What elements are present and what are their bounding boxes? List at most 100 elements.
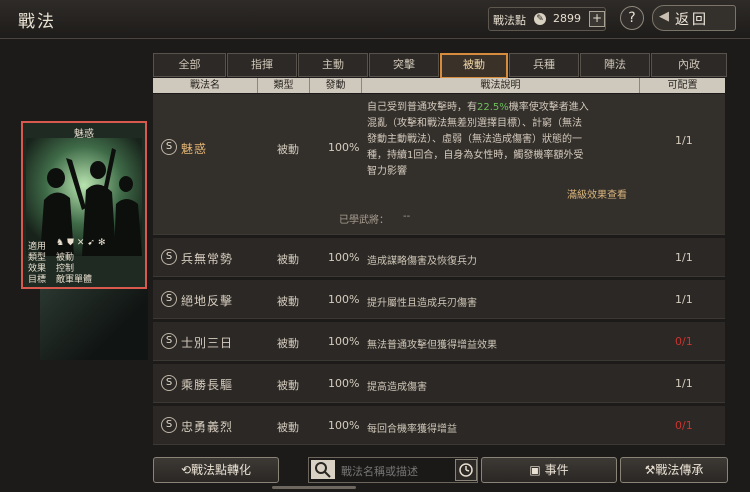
tab-active[interactable]: 主動 (298, 53, 368, 77)
events-button[interactable]: ▣ 事件 (481, 457, 617, 483)
tactic-description: 提升屬性且造成兵刃傷害 (367, 298, 477, 309)
tactic-rate: 100% (328, 377, 360, 390)
tactic-type: 被動 (277, 337, 299, 350)
tactic-card[interactable]: 魅惑 適用 ♞⛊✕➹✻ 類型 被動 效果 控制 目標 敵軍單體 (21, 121, 147, 289)
tactic-rate: 100% (328, 141, 360, 154)
desc-text: 發動主動戰法）、虛弱（無法造成傷害）狀態的一 (367, 134, 582, 145)
tactic-name: 兵無常勢 (181, 252, 234, 266)
learned-generals-label: 已學武將： (339, 215, 389, 226)
tactic-type: 被動 (277, 421, 299, 434)
convert-icon: ⟲ (180, 463, 192, 477)
events-label: 事件 (544, 463, 569, 477)
full-effect-link[interactable]: 滿級效果查看 (567, 186, 627, 201)
troop-type-icons: ♞⛊✕➹✻ (56, 238, 108, 248)
tactic-limit: 1/1 (675, 251, 693, 264)
tactic-type: 被動 (277, 295, 299, 308)
table-header: 戰法名 類型 發動 戰法說明 可配置 (153, 78, 725, 93)
rank-s-badge: S (161, 375, 177, 391)
inherit-label: 戰法傳承 (655, 463, 704, 477)
tactic-description: 提高造成傷害 (367, 382, 427, 393)
top-bar: 戰法 戰法點 ✎ 2899 + ? ◀ 返回 (0, 0, 750, 39)
wheel-icon: ✻ (97, 238, 109, 248)
convert-points-button[interactable]: ⟲戰法點轉化 (153, 457, 279, 483)
card-info-row: 目標 敵軍單體 (26, 272, 142, 285)
table-row[interactable]: S 絕地反擊 被動 100% 提升屬性且造成兵刃傷害 1/1 (153, 280, 725, 319)
tactic-limit: 0/1 (675, 419, 693, 432)
tactic-rate: 100% (328, 251, 360, 264)
table-row[interactable]: S 兵無常勢 被動 100% 造成謀略傷害及恢復兵力 1/1 (153, 238, 725, 277)
back-arrow-icon: ◀ (659, 9, 669, 24)
column-trigger: 發動 (310, 78, 362, 93)
tactic-type: 被動 (277, 143, 299, 156)
tab-all[interactable]: 全部 (153, 53, 226, 77)
tactic-name: 士別三日 (181, 336, 234, 350)
rank-s-badge: S (161, 249, 177, 265)
desc-text: 智力影響 (367, 166, 407, 177)
hammer-icon: ⚒ (644, 463, 656, 477)
cavalry-icon: ♞ (56, 238, 68, 248)
convert-label: 戰法點轉化 (191, 463, 252, 477)
tab-formation[interactable]: 陣法 (580, 53, 650, 77)
rank-s-badge: S (161, 291, 177, 307)
scrollbar[interactable] (272, 486, 356, 489)
bow-icon: ➹ (87, 238, 98, 248)
table-row[interactable]: S 士別三日 被動 100% 無法普通攻擊但獲得增益效果 0/1 (153, 322, 725, 361)
learned-generals-value: -- (403, 211, 411, 222)
tactic-limit: 0/1 (675, 335, 693, 348)
tactic-description: 無法普通攻擊但獲得增益效果 (367, 340, 497, 351)
add-points-button[interactable]: + (589, 11, 605, 27)
clock-icon[interactable] (455, 459, 477, 481)
tactic-description: 造成謀略傷害及恢復兵力 (367, 256, 477, 267)
page-title: 戰法 (18, 12, 56, 32)
table-row[interactable]: S 乘勝長驅 被動 100% 提高造成傷害 1/1 (153, 364, 725, 403)
tab-passive[interactable]: 被動 (440, 53, 508, 79)
tactic-rate: 100% (328, 335, 360, 348)
tactic-name: 乘勝長驅 (181, 378, 234, 392)
table-row-selected[interactable]: S 魅惑 被動 100% 自己受到普通攻擊時，有22.5%機率使攻擊者進入 混亂… (153, 94, 725, 235)
tactic-rate: 100% (328, 419, 360, 432)
tactic-inherit-button[interactable]: ⚒戰法傳承 (620, 457, 728, 483)
tactic-name: 絕地反擊 (181, 294, 234, 308)
tactic-type: 被動 (277, 253, 299, 266)
tactic-description: 每回合機率獲得增益 (367, 424, 457, 435)
tactic-limit: 1/1 (675, 293, 693, 306)
tab-command[interactable]: 指揮 (227, 53, 297, 77)
card-info-row: 類型 被動 (26, 250, 142, 263)
rank-s-badge: S (161, 333, 177, 349)
desc-text: 自己受到普通攻擊時，有 (367, 102, 477, 113)
back-button[interactable]: ◀ 返回 (652, 5, 736, 31)
tactic-points-value: 2899 (553, 12, 581, 25)
tab-internal-affairs[interactable]: 內政 (651, 53, 727, 77)
tactic-limit: 1/1 (675, 377, 693, 390)
target-value: 敵軍單體 (56, 275, 93, 285)
desc-text: 種，持續1回合，自身為女性時，觸發機率額外受 (367, 150, 584, 161)
table-row[interactable]: S 忠勇義烈 被動 100% 每回合機率獲得增益 0/1 (153, 406, 725, 445)
tactic-rate: 100% (328, 293, 360, 306)
tactic-limit: 1/1 (675, 134, 693, 147)
column-description: 戰法說明 (362, 78, 640, 93)
tactic-description: 自己受到普通攻擊時，有22.5%機率使攻擊者進入 混亂（攻擊和戰法無差別選擇目標… (367, 100, 657, 180)
desc-text: 混亂（攻擊和戰法無差別選擇目標）、計窮（無法 (367, 118, 582, 129)
tactic-points-label: 戰法點 (493, 14, 526, 27)
card-info-row: 效果 控制 (26, 261, 142, 274)
help-button[interactable]: ? (620, 6, 644, 30)
rank-s-badge: S (161, 139, 177, 155)
column-name: 戰法名 (153, 78, 258, 93)
card-info-row: 適用 ♞⛊✕➹✻ (26, 238, 142, 252)
tactic-points-panel: 戰法點 ✎ 2899 + (488, 7, 606, 31)
crossed-spears-icon: ✕ (76, 238, 88, 248)
tab-assault[interactable]: 突擊 (369, 53, 439, 77)
tactic-name: 魅惑 (181, 142, 208, 156)
target-label: 目標 (28, 275, 47, 285)
search-input[interactable] (339, 461, 453, 481)
shield-icon: ⛊ (67, 238, 77, 248)
desc-text: 機率使攻擊者進入 (508, 102, 589, 113)
column-limit: 可配置 (667, 80, 698, 91)
desc-highlight: 22.5% (477, 102, 509, 113)
tactic-points-icon: ✎ (534, 13, 546, 25)
column-type: 類型 (258, 78, 310, 93)
search-icon[interactable] (311, 460, 335, 479)
back-button-label: 返回 (675, 12, 709, 28)
tab-troop[interactable]: 兵種 (509, 53, 579, 77)
rank-s-badge: S (161, 417, 177, 433)
